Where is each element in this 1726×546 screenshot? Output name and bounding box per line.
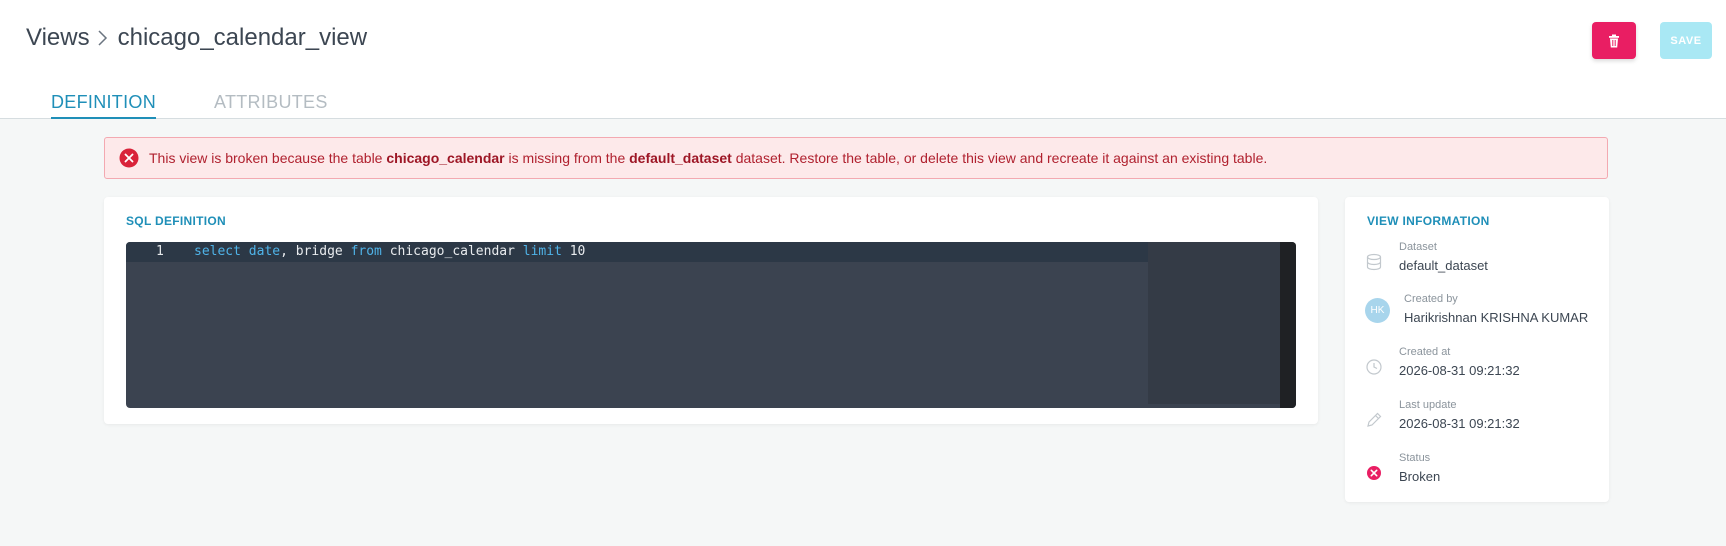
- breadcrumb: Views chicago_calendar_view: [26, 24, 367, 52]
- sql-definition-title: SQL DEFINITION: [126, 214, 226, 228]
- broken-view-alert: This view is broken because the table ch…: [104, 137, 1608, 179]
- created-at-label: Created at: [1399, 346, 1451, 358]
- tab-definition[interactable]: DEFINITION: [51, 92, 156, 119]
- line-gutter: 1: [126, 242, 186, 408]
- error-circle-icon: [119, 148, 139, 168]
- sql-code-line[interactable]: select date, bridge from chicago_calenda…: [194, 244, 585, 259]
- last-update-value: 2026-08-31 09:21:32: [1399, 416, 1520, 431]
- dataset-value[interactable]: default_dataset: [1399, 258, 1488, 273]
- created-by-label: Created by: [1404, 293, 1458, 305]
- page-title: chicago_calendar_view: [117, 24, 368, 51]
- database-icon: [1366, 253, 1382, 271]
- pencil-icon: [1367, 412, 1382, 427]
- created-at-value: 2026-08-31 09:21:32: [1399, 363, 1520, 378]
- dataset-label: Dataset: [1399, 241, 1437, 253]
- trash-icon: [1609, 34, 1619, 47]
- line-number: 1: [156, 244, 164, 259]
- sql-definition-card: SQL DEFINITION 1 select date, bridge fro…: [104, 197, 1318, 424]
- avatar: HK: [1365, 298, 1390, 323]
- status-label: Status: [1399, 452, 1431, 464]
- sql-editor[interactable]: 1 select date, bridge from chicago_calen…: [126, 242, 1296, 408]
- status-badge: Broken: [1399, 469, 1441, 484]
- save-button[interactable]: SAVE: [1660, 22, 1712, 59]
- breadcrumb-views-link[interactable]: Views: [26, 24, 90, 52]
- alert-dataset-name: default_dataset: [629, 150, 732, 166]
- editor-minimap[interactable]: [1148, 242, 1280, 404]
- editor-scrollbar[interactable]: [1280, 242, 1296, 408]
- chevron-right-icon: [98, 30, 107, 46]
- tab-attributes[interactable]: ATTRIBUTES: [214, 92, 328, 119]
- alert-message: This view is broken because the table ch…: [149, 150, 1268, 166]
- delete-button[interactable]: [1592, 22, 1636, 59]
- created-by-value: Harikrishnan KRISHNA KUMAR: [1404, 310, 1589, 325]
- last-update-label: Last update: [1399, 399, 1457, 411]
- view-information-card: VIEW INFORMATION Dataset default_dataset…: [1345, 197, 1609, 502]
- clock-icon: [1366, 359, 1382, 375]
- header: Views chicago_calendar_view SAVE DEFINIT…: [0, 0, 1726, 119]
- error-circle-icon: [1367, 466, 1381, 480]
- view-information-title: VIEW INFORMATION: [1367, 214, 1490, 228]
- alert-table-name: chicago_calendar: [386, 150, 505, 166]
